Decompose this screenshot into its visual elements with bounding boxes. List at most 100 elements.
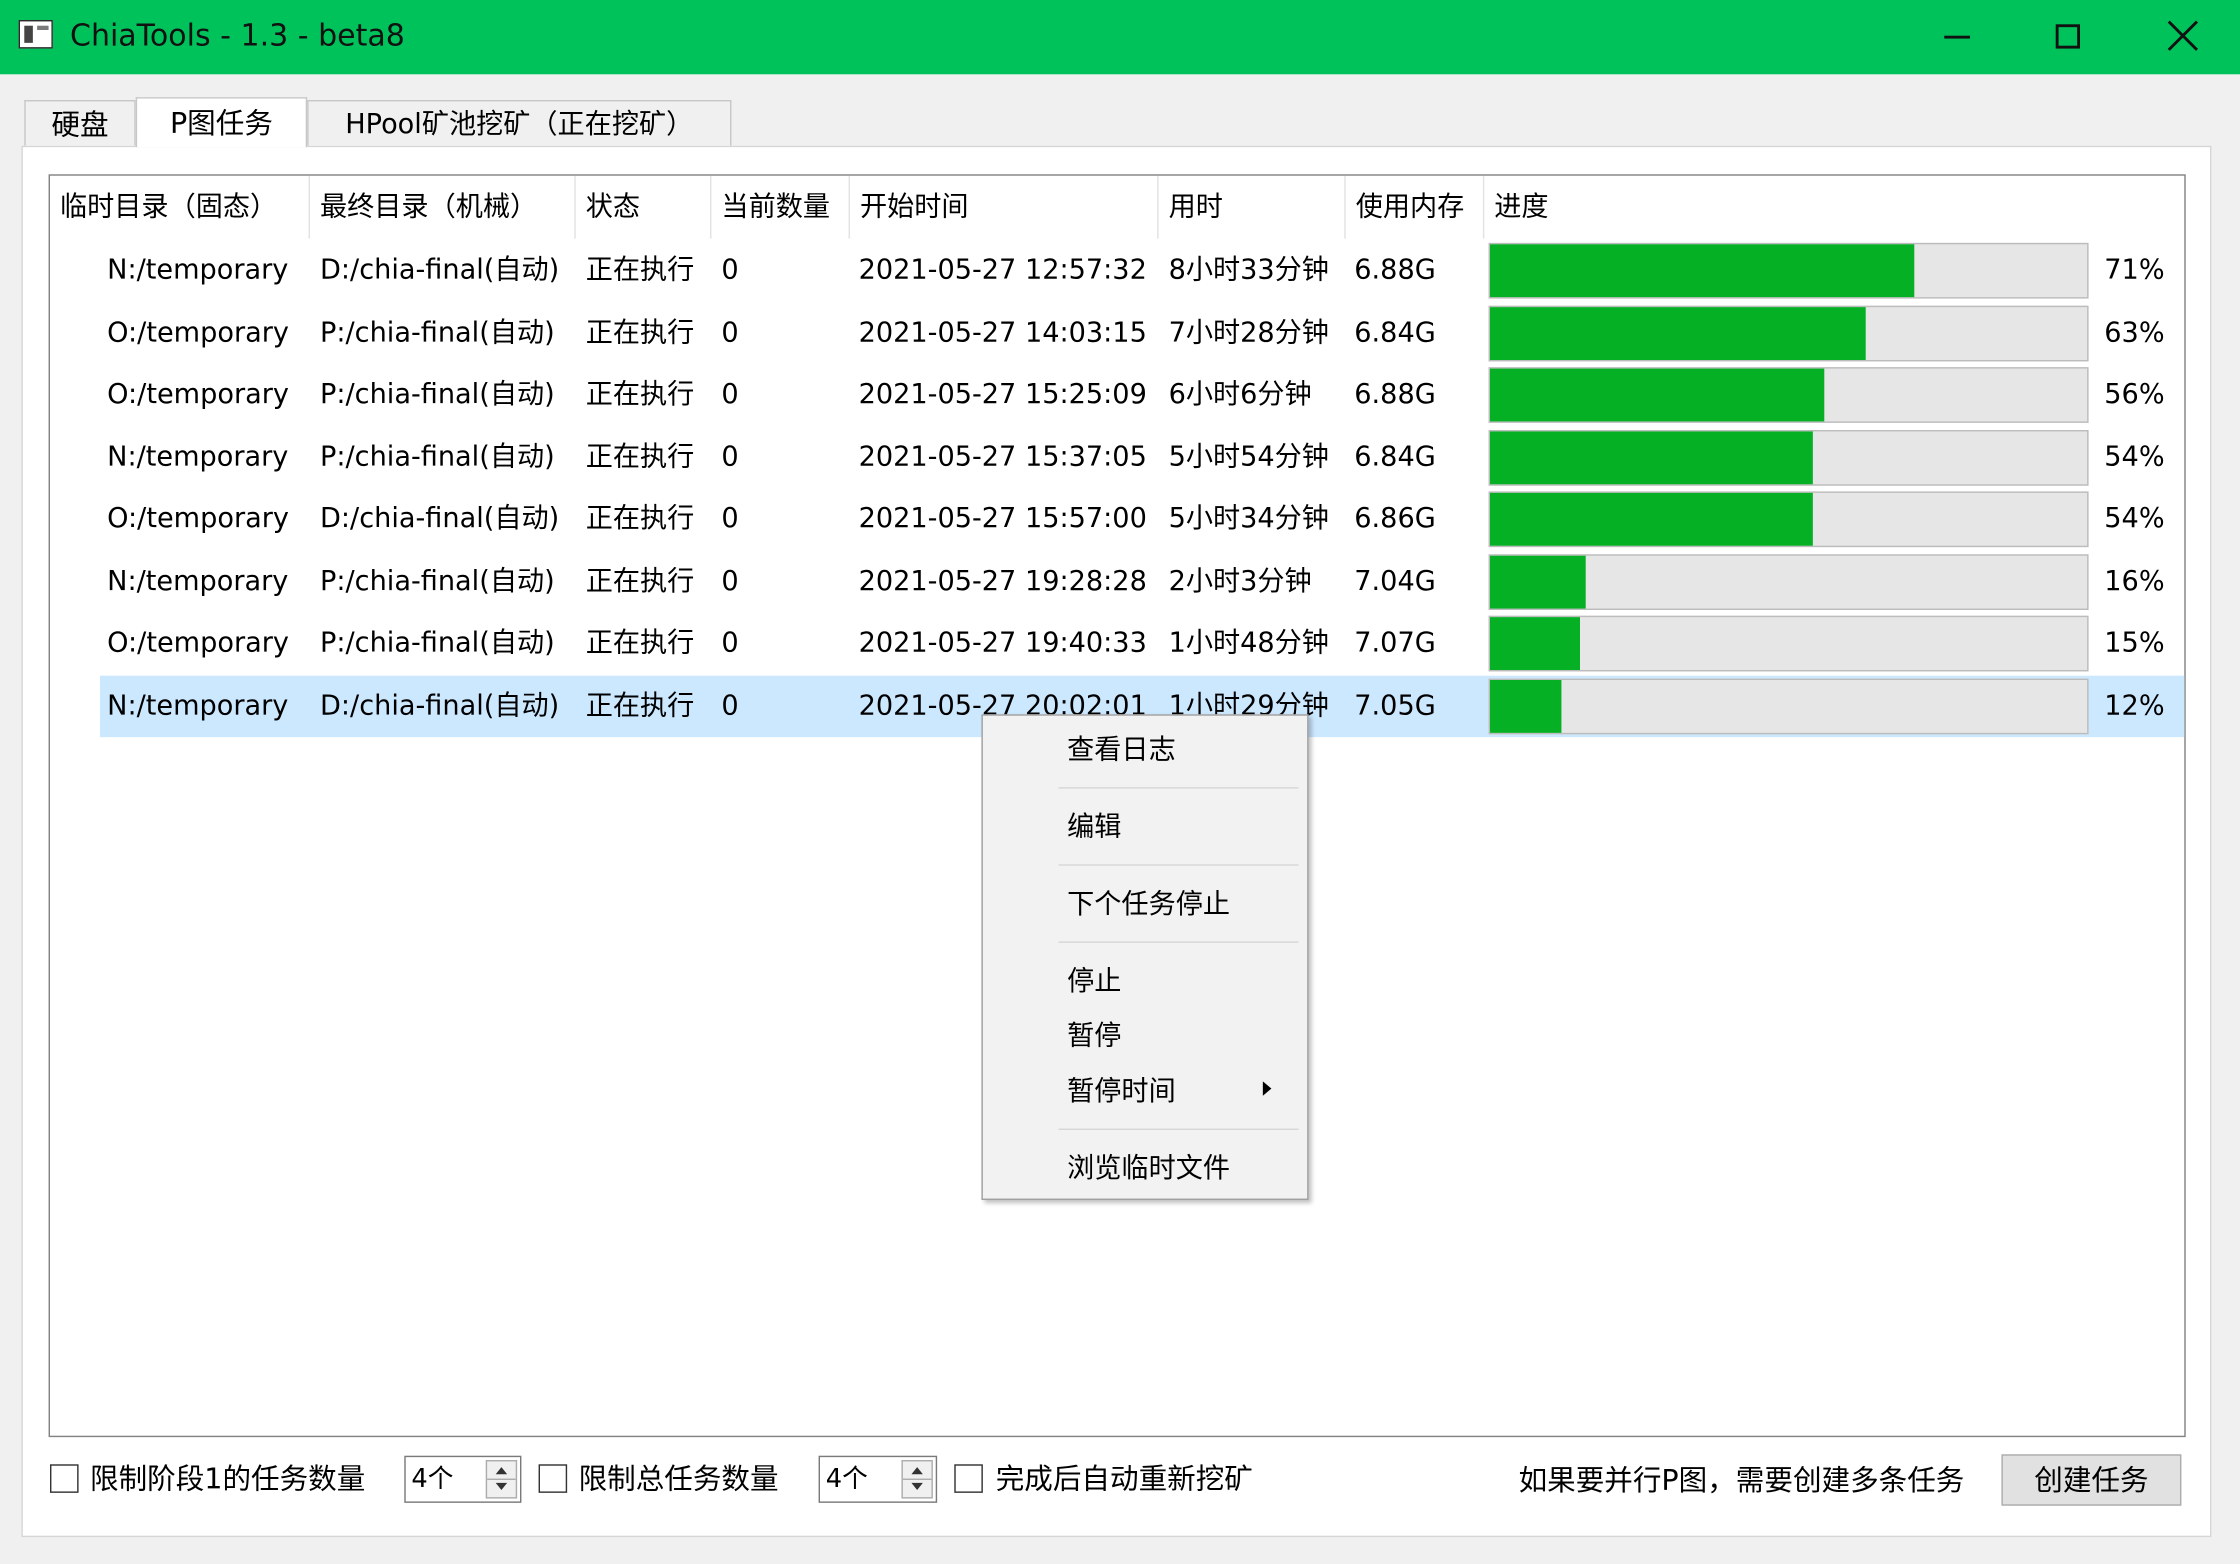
memory: 7.04G — [1354, 565, 1436, 598]
elapsed: 7小时28分钟 — [1168, 317, 1329, 349]
col-progress[interactable]: 进度 — [1484, 176, 2184, 239]
window-title: ChiaTools - 1.3 - beta8 — [69, 18, 405, 53]
minimize-icon — [1944, 35, 1970, 39]
progress-fill — [1489, 679, 1562, 733]
tab-disk[interactable]: 硬盘 — [24, 99, 136, 146]
temp-dir: N:/temporary — [107, 689, 289, 722]
temp-dir: N:/temporary — [107, 441, 289, 473]
progress-fill — [1489, 368, 1825, 422]
submenu-arrow-icon — [1262, 1081, 1272, 1096]
col-status[interactable]: 状态 — [576, 175, 712, 239]
count: 0 — [721, 689, 739, 722]
elapsed: 5小时54分钟 — [1168, 441, 1329, 473]
limit-phase1-value[interactable]: 4个 — [411, 1457, 453, 1501]
menu-item-stop[interactable]: 停止 — [1067, 960, 1121, 1003]
spin-down-icon[interactable] — [911, 1482, 923, 1490]
limit-phase1-checkbox[interactable] — [49, 1464, 79, 1493]
col-start-time[interactable]: 开始时间 — [850, 175, 1159, 239]
start-time: 2021-05-27 15:25:09 — [858, 378, 1147, 410]
progress-percent: 71% — [2104, 254, 2165, 286]
count: 0 — [721, 627, 739, 659]
final-dir: D:/chia-final(自动) — [319, 254, 560, 286]
progress-bar — [1488, 429, 2089, 486]
temp-dir: O:/temporary — [107, 627, 289, 659]
progress-fill — [1489, 431, 1813, 485]
status: 正在执行 — [585, 565, 695, 598]
status: 正在执行 — [585, 689, 695, 722]
temp-dir: N:/temporary — [107, 565, 289, 598]
spin-up-icon[interactable] — [911, 1467, 923, 1475]
progress-percent: 54% — [2104, 502, 2165, 535]
menu-item-view-log[interactable]: 查看日志 — [1067, 729, 1176, 772]
temp-dir: O:/temporary — [107, 502, 289, 535]
elapsed: 8小时33分钟 — [1168, 254, 1329, 286]
tab-hpool-mining[interactable]: HPool矿池挖矿（正在挖矿） — [307, 99, 732, 146]
final-dir: P:/chia-final(自动) — [319, 627, 555, 659]
col-count[interactable]: 当前数量 — [711, 175, 850, 239]
limit-total-spinner[interactable]: 4个 — [818, 1455, 938, 1503]
maximize-icon — [2055, 24, 2080, 49]
col-elapsed[interactable]: 用时 — [1159, 175, 1346, 239]
progress-fill — [1489, 617, 1580, 670]
menu-item-pause-time[interactable]: 暂停时间 — [1067, 1070, 1176, 1113]
count: 0 — [721, 565, 739, 598]
maximize-button[interactable] — [2013, 0, 2124, 74]
memory: 6.88G — [1354, 254, 1436, 286]
tab-plot-tasks[interactable]: P图任务 — [135, 97, 308, 148]
menu-item-stop-next-task[interactable]: 下个任务停止 — [1067, 883, 1230, 926]
menu-separator — [1058, 787, 1299, 789]
start-time: 2021-05-27 19:28:28 — [858, 565, 1147, 598]
final-dir: D:/chia-final(自动) — [319, 502, 560, 535]
memory: 6.88G — [1354, 378, 1436, 410]
col-memory[interactable]: 使用内存 — [1346, 175, 1485, 239]
progress-bar — [1488, 491, 2089, 548]
progress-percent: 16% — [2104, 565, 2165, 598]
status: 正在执行 — [585, 378, 695, 410]
menu-separator — [1058, 864, 1299, 866]
temp-dir: N:/temporary — [107, 254, 289, 286]
table-row[interactable]: O:/temporary P:/chia-final(自动) 正在执行 0 20… — [50, 364, 2184, 425]
memory: 7.05G — [1354, 689, 1436, 722]
limit-phase1-spinner[interactable]: 4个 — [404, 1455, 522, 1503]
table-row[interactable]: N:/temporary D:/chia-final(自动) 正在执行 0 20… — [50, 240, 2184, 301]
table-row[interactable]: N:/temporary P:/chia-final(自动) 正在执行 0 20… — [50, 427, 2184, 488]
spinner-buttons[interactable] — [901, 1459, 933, 1499]
close-icon — [2166, 19, 2200, 53]
progress-fill — [1489, 555, 1586, 609]
progress-bar — [1488, 554, 2089, 610]
table-row[interactable]: O:/temporary P:/chia-final(自动) 正在执行 0 20… — [50, 613, 2184, 674]
progress-bar — [1488, 367, 2089, 423]
progress-percent: 15% — [2104, 627, 2165, 659]
limit-total-checkbox[interactable] — [538, 1464, 568, 1493]
menu-item-pause[interactable]: 暂停 — [1067, 1014, 1121, 1057]
status: 正在执行 — [585, 254, 695, 286]
chiatools-window: ChiaTools - 1.3 - beta8 硬盘 P图任务 HPool矿池挖… — [0, 0, 2240, 1564]
create-task-button[interactable]: 创建任务 — [2001, 1454, 2182, 1506]
memory: 7.07G — [1354, 627, 1436, 659]
spin-up-icon[interactable] — [495, 1467, 508, 1475]
memory: 6.84G — [1354, 441, 1436, 473]
start-time: 2021-05-27 15:37:05 — [858, 441, 1147, 473]
table-row[interactable]: O:/temporary D:/chia-final(自动) 正在执行 0 20… — [50, 489, 2184, 550]
auto-remine-label: 完成后自动重新挖矿 — [995, 1461, 1253, 1496]
col-temp-dir[interactable]: 临时目录（固态） — [50, 175, 310, 239]
menu-item-browse-temp-files[interactable]: 浏览临时文件 — [1067, 1147, 1230, 1190]
progress-bar — [1488, 678, 2089, 735]
spin-down-icon[interactable] — [495, 1482, 508, 1490]
limit-total-value[interactable]: 4个 — [826, 1457, 868, 1501]
auto-remine-checkbox[interactable] — [954, 1464, 983, 1493]
progress-fill — [1489, 307, 1867, 360]
start-time: 2021-05-27 12:57:32 — [858, 254, 1147, 286]
minimize-button[interactable] — [1901, 0, 2012, 74]
title-bar: ChiaTools - 1.3 - beta8 — [0, 0, 2240, 75]
memory: 6.84G — [1354, 317, 1436, 349]
spinner-buttons[interactable] — [485, 1459, 518, 1499]
close-button[interactable] — [2126, 0, 2237, 74]
status: 正在执行 — [585, 502, 695, 535]
col-final-dir[interactable]: 最终目录（机械） — [310, 175, 576, 239]
table-row[interactable]: O:/temporary P:/chia-final(自动) 正在执行 0 20… — [50, 303, 2184, 364]
final-dir: P:/chia-final(自动) — [319, 317, 555, 349]
menu-item-edit[interactable]: 编辑 — [1067, 806, 1121, 849]
table-row[interactable]: N:/temporary P:/chia-final(自动) 正在执行 0 20… — [50, 551, 2184, 612]
menu-separator — [1058, 1128, 1299, 1130]
